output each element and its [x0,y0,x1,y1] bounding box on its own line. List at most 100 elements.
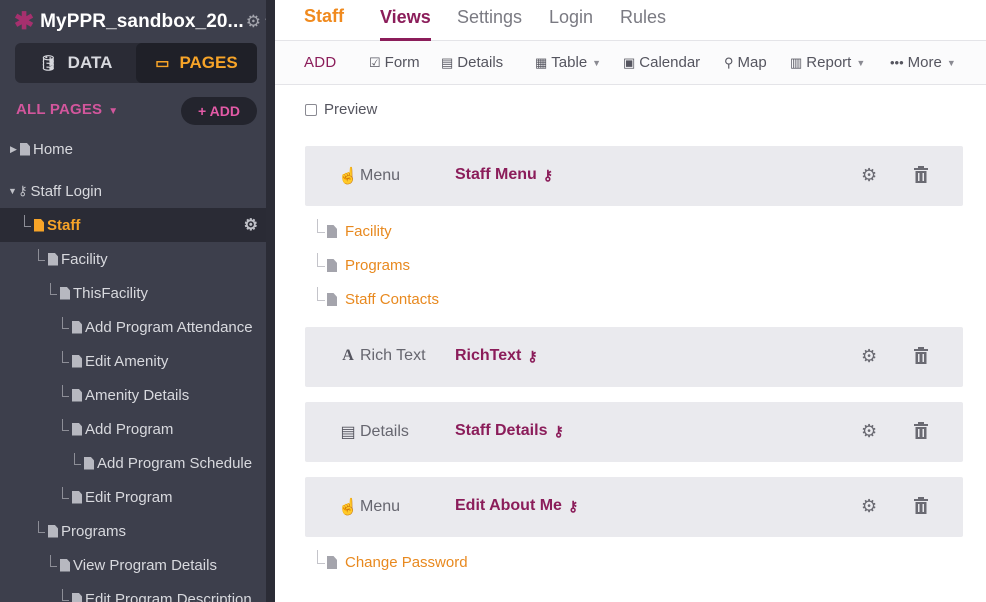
tab-rules[interactable]: Rules [620,7,666,41]
caret-right-icon[interactable]: ▶ [10,144,20,155]
add-form-button[interactable]: ☑ Form [369,54,420,71]
page-tabs: Staff Views Settings Login Rules [275,0,986,41]
tree-item-label: Amenity Details [85,386,190,404]
view-type: ☝ Menu [338,497,400,517]
add-map-button[interactable]: ⚲ Map [724,54,767,71]
page-icon [72,422,82,436]
menu-link-item[interactable]: Facility [317,218,392,240]
tree-item-home[interactable]: ▶ Home [0,132,266,166]
view-settings-gear-icon[interactable]: ⚙ [861,421,877,442]
tree-item-facility[interactable]: Facility [0,242,266,276]
tree-item-programs[interactable]: Programs [0,514,266,548]
view-name-label: RichText [455,347,522,364]
menu-link-item[interactable]: Change Password [317,549,468,571]
page-icon [84,456,94,470]
checkbox-box[interactable] [305,103,317,116]
page-icon [60,286,70,300]
menu-link-item[interactable]: Staff Contacts [317,286,439,308]
add-table-button[interactable]: ▦ Table ▼ [535,54,601,71]
view-type: A Rich Text [338,347,426,365]
tab-views[interactable]: Views [380,7,431,41]
pages-mode-button[interactable]: ▭ PAGES [136,43,257,83]
delete-trash-icon[interactable] [912,421,930,441]
tree-item-label: Staff Login [30,182,102,200]
view-type-label: Rich Text [360,347,426,364]
page-icon [48,252,58,266]
view-name-label: Edit About Me [455,497,562,514]
view-type-label: Menu [360,498,401,515]
delete-trash-icon[interactable] [912,346,930,366]
tree-item-edit-amenity[interactable]: Edit Amenity [0,344,266,378]
page-icon [327,293,337,306]
toolbar-add-label: ADD [304,54,337,71]
tree-item-edit-program[interactable]: Edit Program [0,480,266,514]
table-icon: ▦ [535,54,548,70]
main-panel: Staff Views Settings Login Rules ADD ☑ Fo… [275,0,986,602]
tree-item-edit-program-description[interactable]: Edit Program Description [0,582,266,602]
sidebar-scrollbar[interactable] [266,0,275,602]
toolbar-item-label: Map [737,54,767,71]
tree-item-add-program[interactable]: Add Program [0,412,266,446]
page-icon [72,388,82,402]
add-calendar-button[interactable]: ▣ Calendar [623,54,700,71]
tree-item-label: Facility [61,250,108,268]
key-icon: ⚷ [553,422,564,439]
chevron-down-icon: ▼ [108,106,119,117]
tree-connector [62,487,69,499]
delete-trash-icon[interactable] [912,165,930,185]
window-icon: ▭ [155,55,170,72]
tree-item-amenity-details[interactable]: Amenity Details [0,378,266,412]
asterisk-logo-icon: ✱ [14,8,35,35]
page-settings-gear-icon[interactable]: ⚙ [244,215,258,235]
chevron-down-icon: ▼ [946,57,956,68]
add-report-button[interactable]: ▥ Report ▼ [790,54,865,71]
add-page-button[interactable]: + ADD [181,97,257,125]
tree-connector [74,453,81,465]
menu-link-item[interactable]: Programs [317,252,410,274]
view-card[interactable]: ☝ Menu Edit About Me ⚷ ⚙ [305,477,963,537]
bar-chart-icon: ▥ [790,54,803,70]
tree-item-staff-login[interactable]: ▼ ⚷ Staff Login [0,174,266,208]
form-check-icon: ☑ [369,54,381,70]
tree-item-label: Edit Amenity [85,352,169,370]
tab-login[interactable]: Login [549,7,593,41]
tree-connector [50,283,57,295]
hand-pointer-icon: ☝ [338,168,358,185]
view-card[interactable]: A Rich Text RichText ⚷ ⚙ [305,327,963,387]
key-icon: ⚷ [567,497,579,514]
page-icon [48,524,58,538]
view-settings-gear-icon[interactable]: ⚙ [861,496,877,517]
all-pages-dropdown[interactable]: ALL PAGES ▼ [16,101,118,118]
view-name[interactable]: Edit About Me ⚷ [455,497,578,515]
delete-trash-icon[interactable] [912,496,930,516]
view-name[interactable]: Staff Menu ⚷ [455,166,553,184]
view-settings-gear-icon[interactable]: ⚙ [861,346,877,367]
database-icon: 🛢 [38,55,58,72]
add-more-button[interactable]: ••• More ▼ [890,54,956,71]
page-title[interactable]: Staff [304,6,344,27]
view-card[interactable]: ▤ Details Staff Details ⚷ ⚙ [305,402,963,462]
tree-item-thisfacility[interactable]: ThisFacility [0,276,266,310]
view-name[interactable]: Staff Details ⚷ [455,422,564,440]
hand-pointer-icon: ☝ [338,499,358,516]
add-details-button[interactable]: ▤ Details [441,54,503,71]
data-mode-button[interactable]: 🛢 DATA [15,43,136,83]
tree-item-staff[interactable]: Staff ⚙ [0,208,266,242]
app-header[interactable]: ✱ MyPPR_sandbox_20... ⚙ ▼ [14,9,266,35]
caret-down-icon[interactable]: ▼ [8,186,18,196]
tab-settings[interactable]: Settings [457,7,522,41]
view-name[interactable]: RichText ⚷ [455,347,538,365]
tree-item-label: Edit Program Description [85,590,252,602]
tree-connector [62,317,69,329]
view-settings-gear-icon[interactable]: ⚙ [861,165,877,186]
tree-item-add-program-attendance[interactable]: Add Program Attendance [0,310,266,344]
preview-checkbox[interactable]: Preview [305,101,377,118]
data-pages-toggle: 🛢 DATA ▭ PAGES [15,43,257,83]
sidebar: ✱ MyPPR_sandbox_20... ⚙ ▼ 🛢 DATA ▭ PAGES… [0,0,266,602]
app-settings-gear-icon[interactable]: ⚙ [246,12,261,32]
tree-item-label: Add Program [85,420,174,438]
view-type-label: Details [360,423,409,440]
view-card[interactable]: ☝ Menu Staff Menu ⚷ ⚙ [305,146,963,206]
tree-item-add-program-schedule[interactable]: Add Program Schedule [0,446,266,480]
tree-item-view-program-details[interactable]: View Program Details [0,548,266,582]
